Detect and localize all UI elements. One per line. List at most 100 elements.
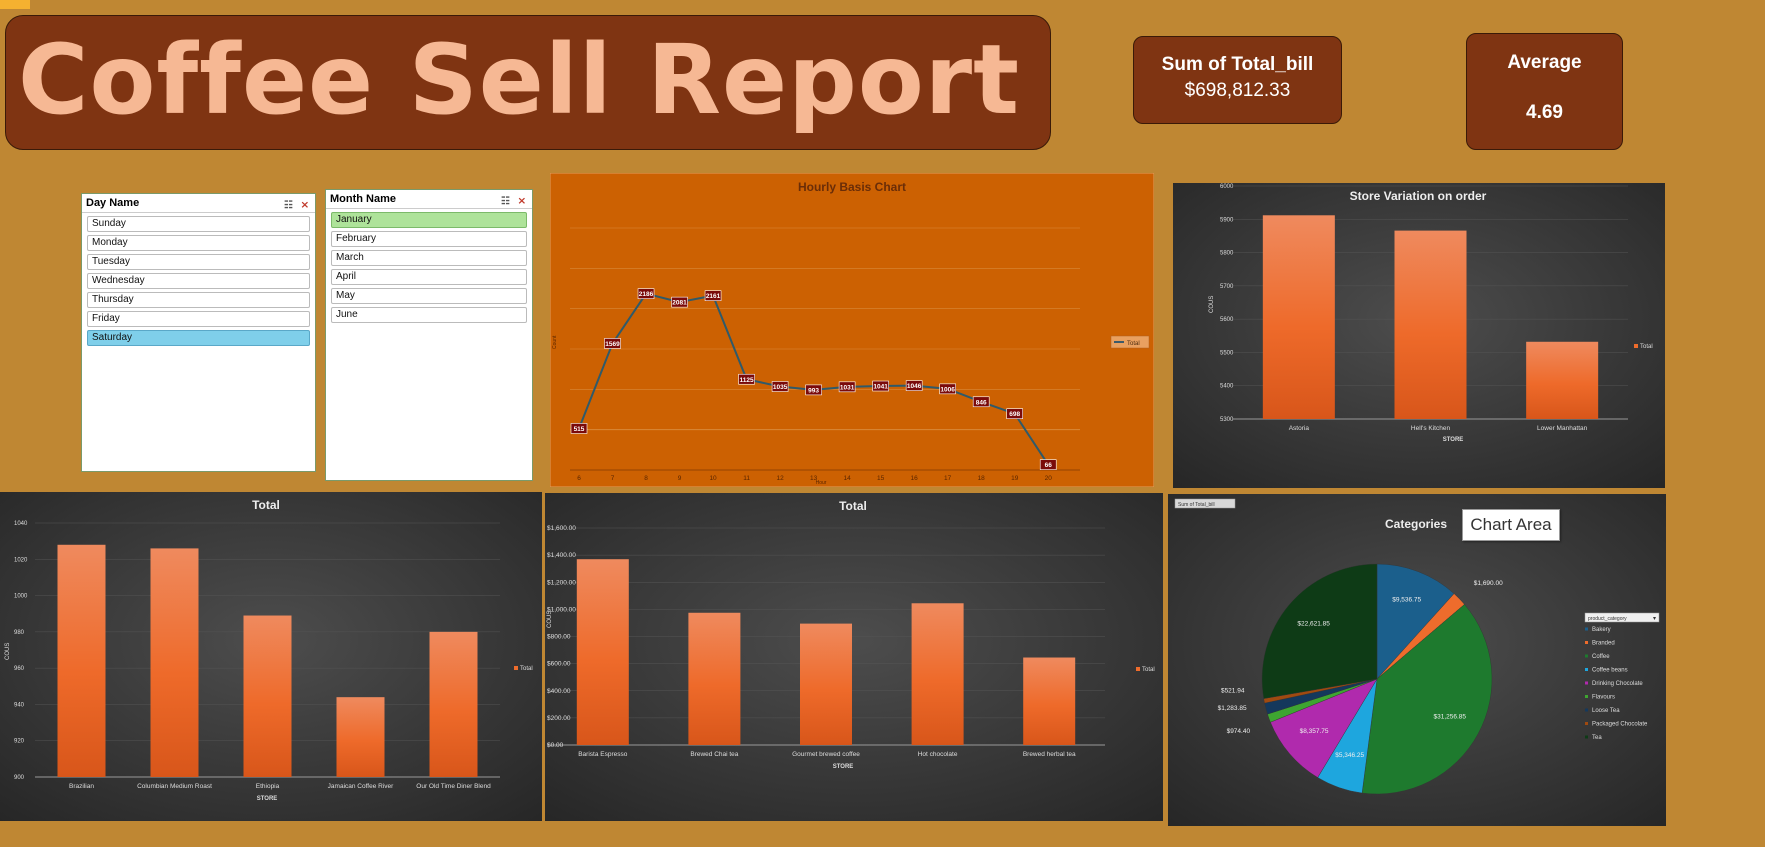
corner-marker [0,0,30,9]
day-slicer-title: Day Name [86,197,140,209]
slicer-item-sunday[interactable]: Sunday [87,216,310,232]
x-axis-label: STORE [257,796,278,802]
legend-swatch [514,666,518,670]
store-variation-chart[interactable]: Store Variation on order COUS STORE 5300… [1173,183,1665,488]
legend-swatch [1634,344,1638,348]
data-label: 1046 [907,383,922,390]
x-tick-label: Hot chocolate [918,751,958,758]
kpi-total-bill-label: Sum of Total_bill [1161,54,1314,75]
x-tick-label: 14 [844,475,852,482]
month-slicer-header: Month Name ☷ ⨯ [326,190,532,209]
y-tick-label: 920 [14,739,25,745]
day-name-slicer[interactable]: Day Name ☷ ⨯ Sunday Monday Tuesday Wednesda… [81,193,316,472]
x-tick-label: Jamaican Coffee River [328,783,394,790]
clear-filter-icon[interactable]: ⨯ [518,193,526,211]
categories-pie-chart[interactable]: Sum of Total_bill Categories $9,536.75 $1… [1168,494,1666,826]
drink-type-chart[interactable]: Total COUS STORE $0.00$200.00$400.00$600… [545,493,1163,821]
x-tick-label: 18 [978,475,986,482]
x-tick-label: Lower Manhattan [1537,425,1588,432]
x-tick-label: Brewed herbal tea [1023,751,1076,758]
y-tick-label: $600.00 [547,661,571,668]
chart-title: Hourly Basis Chart [798,180,906,194]
legend-label: Drinking Chocolate [1592,681,1643,687]
y-tick-label: 900 [14,775,25,781]
slicer-item-january[interactable]: January [331,212,527,228]
slicer-item-february[interactable]: February [331,231,527,247]
bar [911,603,964,745]
x-tick-label: 10 [709,475,717,482]
slicer-item-monday[interactable]: Monday [87,235,310,251]
legend-label: Coffee [1592,654,1610,660]
y-tick-label: 5800 [1220,251,1234,257]
y-tick-label: 6000 [1220,184,1234,190]
slicer-item-may[interactable]: May [331,288,527,304]
data-label: 66 [1045,462,1053,469]
hourly-line-chart[interactable]: Hourly Basis Chart Count Hour 515 6 1569 7 2… [550,173,1154,487]
data-label: 2161 [706,293,721,300]
bean-type-chart[interactable]: Total COUS STORE 900 920 940 960 980 1000 1020… [0,492,542,821]
kpi-total-bill-value: $698,812.33 [1184,80,1291,101]
x-axis-label: STORE [1443,437,1464,443]
y-tick-label: 5300 [1220,417,1234,423]
x-tick-label: 9 [678,475,682,482]
data-label: $22,621.85 [1297,621,1330,628]
y-tick-label: 5500 [1220,350,1234,356]
month-name-slicer[interactable]: Month Name ☷ ⨯ January February March April… [325,189,533,481]
legend-swatch [1585,695,1588,698]
x-tick-label: Hell's Kitchen [1411,425,1451,432]
x-tick-label: Ethiopia [256,783,280,790]
clear-filter-icon[interactable]: ⨯ [301,197,309,215]
chart-background [545,493,1163,821]
chart-title: Store Variation on order [1350,189,1487,203]
slicer-item-friday[interactable]: Friday [87,311,310,327]
legend-swatch [1136,667,1140,671]
x-tick-label: Brewed Chai tea [690,751,738,758]
bar [576,559,629,745]
slicer-item-june[interactable]: June [331,307,527,323]
chart-title: Total [252,498,280,512]
data-label: 1031 [840,384,855,391]
y-tick-label: $400.00 [547,688,571,695]
x-tick-label: Brazilian [69,783,94,790]
y-tick-label: 980 [14,630,25,636]
slicer-item-saturday[interactable]: Saturday [87,330,310,346]
slicer-item-march[interactable]: March [331,250,527,266]
legend-swatch [1585,735,1588,739]
bar [243,615,292,777]
data-label: $1,690.00 [1474,580,1503,587]
multi-select-icon[interactable]: ☷ [501,193,510,211]
chart-background [550,173,1154,487]
x-tick-label: 12 [776,475,784,482]
multi-select-icon[interactable]: ☷ [284,197,293,215]
slicer-item-thursday[interactable]: Thursday [87,292,310,308]
month-slicer-title: Month Name [330,193,396,205]
legend-swatch [1585,668,1588,671]
legend-label: Flavours [1592,695,1615,701]
x-tick-label: Columbian Medium Roast [137,783,212,790]
chart-area-tooltip: Chart Area [1462,509,1560,541]
legend-label: Bakery [1592,627,1611,633]
x-tick-label: Barista Espresso [578,751,628,758]
y-tick-label: $1,400.00 [547,552,576,559]
legend-swatch [1585,681,1588,685]
filter-label: product_category [1588,616,1627,622]
x-tick-label: 19 [1011,475,1019,482]
x-tick-label: 6 [577,475,581,482]
y-axis-label: COUS [1209,296,1215,313]
data-label: 515 [574,426,585,433]
legend-swatch [1585,722,1588,725]
legend-swatch [1585,627,1588,631]
legend-label: Total [1142,667,1155,673]
y-tick-label: $800.00 [547,634,571,641]
y-tick-label: 5700 [1220,284,1234,290]
y-tick-label: 5600 [1220,317,1234,323]
legend-label: Packaged Chocolate [1592,722,1648,728]
slicer-item-tuesday[interactable]: Tuesday [87,254,310,270]
chevron-down-icon[interactable]: ▾ [1653,616,1656,622]
bar [57,544,106,777]
y-tick-label: $1,200.00 [547,579,576,586]
slicer-item-wednesday[interactable]: Wednesday [87,273,310,289]
slicer-item-april[interactable]: April [331,269,527,285]
y-tick-label: 1040 [14,521,28,527]
x-tick-label: Our Old Time Diner Blend [416,783,491,790]
